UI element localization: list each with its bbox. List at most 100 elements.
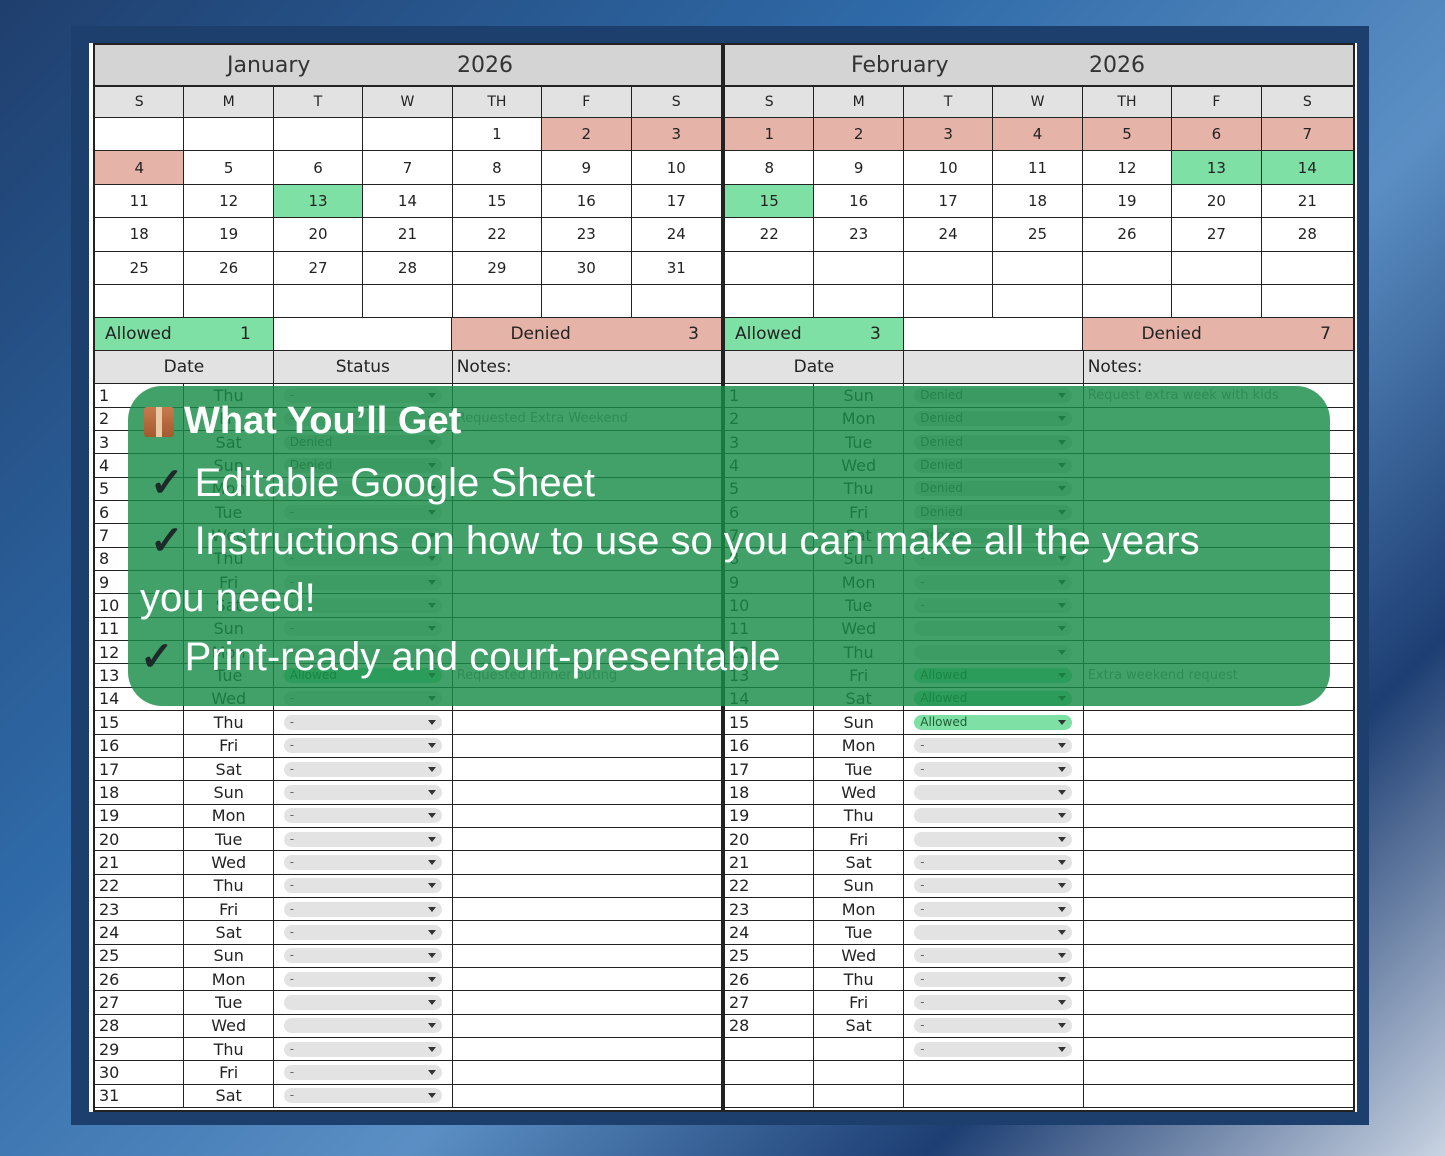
calendar-day-cell[interactable] xyxy=(1261,285,1353,319)
calendar-day-cell[interactable]: 11 xyxy=(95,184,185,219)
calendar-day-cell[interactable] xyxy=(184,284,274,319)
calendar-day-cell[interactable]: 21 xyxy=(1261,185,1353,219)
calendar-day-cell[interactable]: 12 xyxy=(184,184,274,219)
notes-cell[interactable] xyxy=(1083,945,1353,968)
calendar-day-cell[interactable]: 16 xyxy=(814,184,904,219)
notes-cell[interactable] xyxy=(1083,828,1353,852)
notes-cell[interactable] xyxy=(452,758,721,782)
calendar-day-cell[interactable]: 3 xyxy=(631,118,721,152)
calendar-day-cell[interactable]: 18 xyxy=(95,218,185,252)
notes-cell[interactable] xyxy=(452,921,721,945)
status-dropdown[interactable]: - xyxy=(283,808,442,824)
notes-cell[interactable] xyxy=(1083,1061,1353,1085)
calendar-day-cell[interactable]: 20 xyxy=(273,218,364,252)
calendar-day-cell[interactable]: 13 xyxy=(273,184,364,219)
calendar-day-cell[interactable] xyxy=(1082,251,1173,285)
status-dropdown[interactable] xyxy=(914,784,1073,800)
calendar-day-cell[interactable]: 24 xyxy=(903,218,994,252)
calendar-day-cell[interactable] xyxy=(814,284,904,319)
notes-cell[interactable] xyxy=(1083,1038,1353,1062)
notes-cell[interactable] xyxy=(452,1085,721,1108)
calendar-day-cell[interactable]: 10 xyxy=(903,151,994,185)
calendar-day-cell[interactable]: 10 xyxy=(631,151,721,185)
calendar-day-cell[interactable]: 30 xyxy=(542,251,632,285)
status-dropdown[interactable] xyxy=(914,924,1073,940)
calendar-day-cell[interactable] xyxy=(273,118,364,152)
notes-cell[interactable] xyxy=(1083,851,1353,875)
calendar-day-cell[interactable]: 27 xyxy=(273,251,364,285)
calendar-day-cell[interactable]: 3 xyxy=(903,118,994,152)
notes-cell[interactable] xyxy=(1083,805,1353,828)
calendar-day-cell[interactable] xyxy=(184,118,274,152)
status-dropdown[interactable]: - xyxy=(283,714,442,730)
calendar-day-cell[interactable]: 2 xyxy=(542,118,632,152)
calendar-day-cell[interactable]: 9 xyxy=(542,151,632,185)
notes-cell[interactable] xyxy=(452,735,721,758)
calendar-day-cell[interactable] xyxy=(95,284,185,319)
status-dropdown[interactable]: - xyxy=(914,1018,1073,1034)
status-dropdown[interactable]: - xyxy=(914,878,1073,894)
status-dropdown[interactable]: Allowed xyxy=(914,714,1073,730)
calendar-day-cell[interactable] xyxy=(725,284,815,319)
notes-cell[interactable] xyxy=(452,805,721,828)
calendar-day-cell[interactable]: 26 xyxy=(1082,218,1173,252)
status-dropdown[interactable] xyxy=(283,1018,442,1034)
notes-cell[interactable] xyxy=(452,828,721,852)
calendar-day-cell[interactable]: 12 xyxy=(1082,151,1173,185)
calendar-day-cell[interactable] xyxy=(363,118,453,152)
notes-cell[interactable] xyxy=(452,1038,721,1062)
notes-cell[interactable] xyxy=(1083,875,1353,898)
status-dropdown[interactable]: - xyxy=(283,854,442,870)
notes-cell[interactable] xyxy=(1083,1015,1353,1038)
calendar-day-cell[interactable] xyxy=(903,251,994,285)
status-dropdown[interactable]: - xyxy=(914,901,1073,917)
status-dropdown[interactable]: - xyxy=(914,738,1073,754)
notes-cell[interactable] xyxy=(452,1015,721,1038)
calendar-day-cell[interactable]: 14 xyxy=(363,184,453,219)
status-dropdown[interactable]: - xyxy=(283,1064,442,1080)
calendar-day-cell[interactable]: 5 xyxy=(1082,118,1173,152)
calendar-day-cell[interactable]: 15 xyxy=(452,184,543,219)
calendar-day-cell[interactable]: 29 xyxy=(452,251,543,285)
calendar-day-cell[interactable] xyxy=(363,284,453,319)
status-dropdown[interactable]: - xyxy=(283,831,442,847)
calendar-day-cell[interactable] xyxy=(1172,251,1262,285)
status-dropdown[interactable]: - xyxy=(914,948,1073,964)
notes-cell[interactable] xyxy=(1083,968,1353,992)
calendar-day-cell[interactable]: 8 xyxy=(452,151,543,185)
calendar-day-cell[interactable] xyxy=(814,251,904,285)
notes-cell[interactable] xyxy=(452,711,721,735)
calendar-day-cell[interactable]: 8 xyxy=(725,151,815,185)
calendar-day-cell[interactable]: 25 xyxy=(993,218,1083,252)
status-dropdown[interactable]: - xyxy=(914,854,1073,870)
status-dropdown[interactable]: - xyxy=(283,761,442,777)
calendar-day-cell[interactable] xyxy=(1082,284,1173,319)
notes-cell[interactable] xyxy=(452,945,721,968)
notes-cell[interactable] xyxy=(1083,991,1353,1015)
status-dropdown[interactable]: - xyxy=(283,784,442,800)
status-dropdown[interactable]: - xyxy=(283,1088,442,1104)
calendar-day-cell[interactable]: 23 xyxy=(542,218,632,252)
calendar-day-cell[interactable] xyxy=(1172,284,1262,319)
status-dropdown[interactable]: - xyxy=(283,878,442,894)
calendar-day-cell[interactable] xyxy=(631,285,721,319)
calendar-day-cell[interactable]: 26 xyxy=(184,251,274,285)
status-dropdown[interactable]: - xyxy=(914,761,1073,777)
calendar-day-cell[interactable]: 9 xyxy=(814,151,904,185)
notes-cell[interactable] xyxy=(452,991,721,1015)
calendar-day-cell[interactable] xyxy=(725,251,815,285)
notes-cell[interactable] xyxy=(452,898,721,922)
calendar-day-cell[interactable]: 7 xyxy=(363,151,453,185)
calendar-day-cell[interactable]: 11 xyxy=(993,151,1083,185)
calendar-day-cell[interactable]: 17 xyxy=(903,184,994,219)
notes-cell[interactable] xyxy=(452,875,721,898)
status-dropdown[interactable]: - xyxy=(283,971,442,987)
status-dropdown[interactable] xyxy=(914,831,1073,847)
notes-cell[interactable] xyxy=(452,1061,721,1085)
notes-cell[interactable] xyxy=(452,851,721,875)
notes-cell[interactable] xyxy=(1083,781,1353,805)
calendar-day-cell[interactable]: 19 xyxy=(184,218,274,252)
calendar-day-cell[interactable]: 7 xyxy=(1261,118,1353,152)
calendar-day-cell[interactable]: 20 xyxy=(1172,184,1262,219)
calendar-day-cell[interactable]: 14 xyxy=(1261,151,1353,185)
